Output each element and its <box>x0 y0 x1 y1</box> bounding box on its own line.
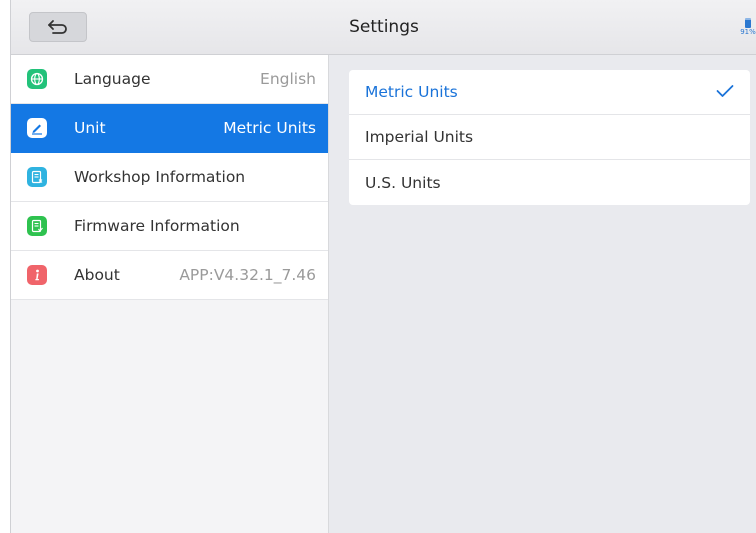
sidebar-item-label: About <box>74 266 120 284</box>
sidebar-item-language[interactable]: Language English <box>11 55 328 104</box>
back-button[interactable] <box>29 12 87 42</box>
units-option-list: Metric Units Imperial Units U.S. Units <box>349 70 750 205</box>
sidebar-item-label: Firmware Information <box>74 217 240 235</box>
sidebar-item-unit[interactable]: Unit Metric Units <box>11 104 328 153</box>
option-label: Metric Units <box>365 83 458 101</box>
sidebar-item-value: Metric Units <box>223 119 316 137</box>
sidebar-item-about[interactable]: About APP:V4.32.1_7.46 <box>11 251 328 300</box>
checkmark-icon <box>716 85 734 97</box>
firmware-doc-icon <box>27 216 47 236</box>
sidebar-item-label: Unit <box>74 119 106 137</box>
settings-sidebar: Language English Unit Metric Units Works… <box>11 55 329 533</box>
sidebar-item-value: English <box>260 70 316 88</box>
pencil-icon <box>27 118 47 138</box>
globe-icon <box>27 69 47 89</box>
header-bar: Settings 91% <box>11 0 756 55</box>
sidebar-item-firmware-information[interactable]: Firmware Information <box>11 202 328 251</box>
page-title: Settings <box>349 17 419 37</box>
option-imperial-units[interactable]: Imperial Units <box>349 115 750 160</box>
sidebar-item-label: Language <box>74 70 151 88</box>
battery-indicator: 91% <box>739 18 756 40</box>
sidebar-item-workshop-information[interactable]: Workshop Information <box>11 153 328 202</box>
info-icon <box>27 265 47 285</box>
settings-window: Settings 91% Language English Unit Metri… <box>10 0 756 533</box>
option-us-units[interactable]: U.S. Units <box>349 160 750 205</box>
option-label: U.S. Units <box>365 173 441 192</box>
option-metric-units[interactable]: Metric Units <box>349 70 750 115</box>
sidebar-item-value: APP:V4.32.1_7.46 <box>179 266 316 284</box>
option-label: Imperial Units <box>365 128 474 146</box>
battery-icon <box>745 18 751 28</box>
battery-percent: 91% <box>740 28 756 36</box>
document-icon <box>27 167 47 187</box>
sidebar-item-label: Workshop Information <box>74 168 246 186</box>
back-arrow-icon <box>48 20 67 34</box>
